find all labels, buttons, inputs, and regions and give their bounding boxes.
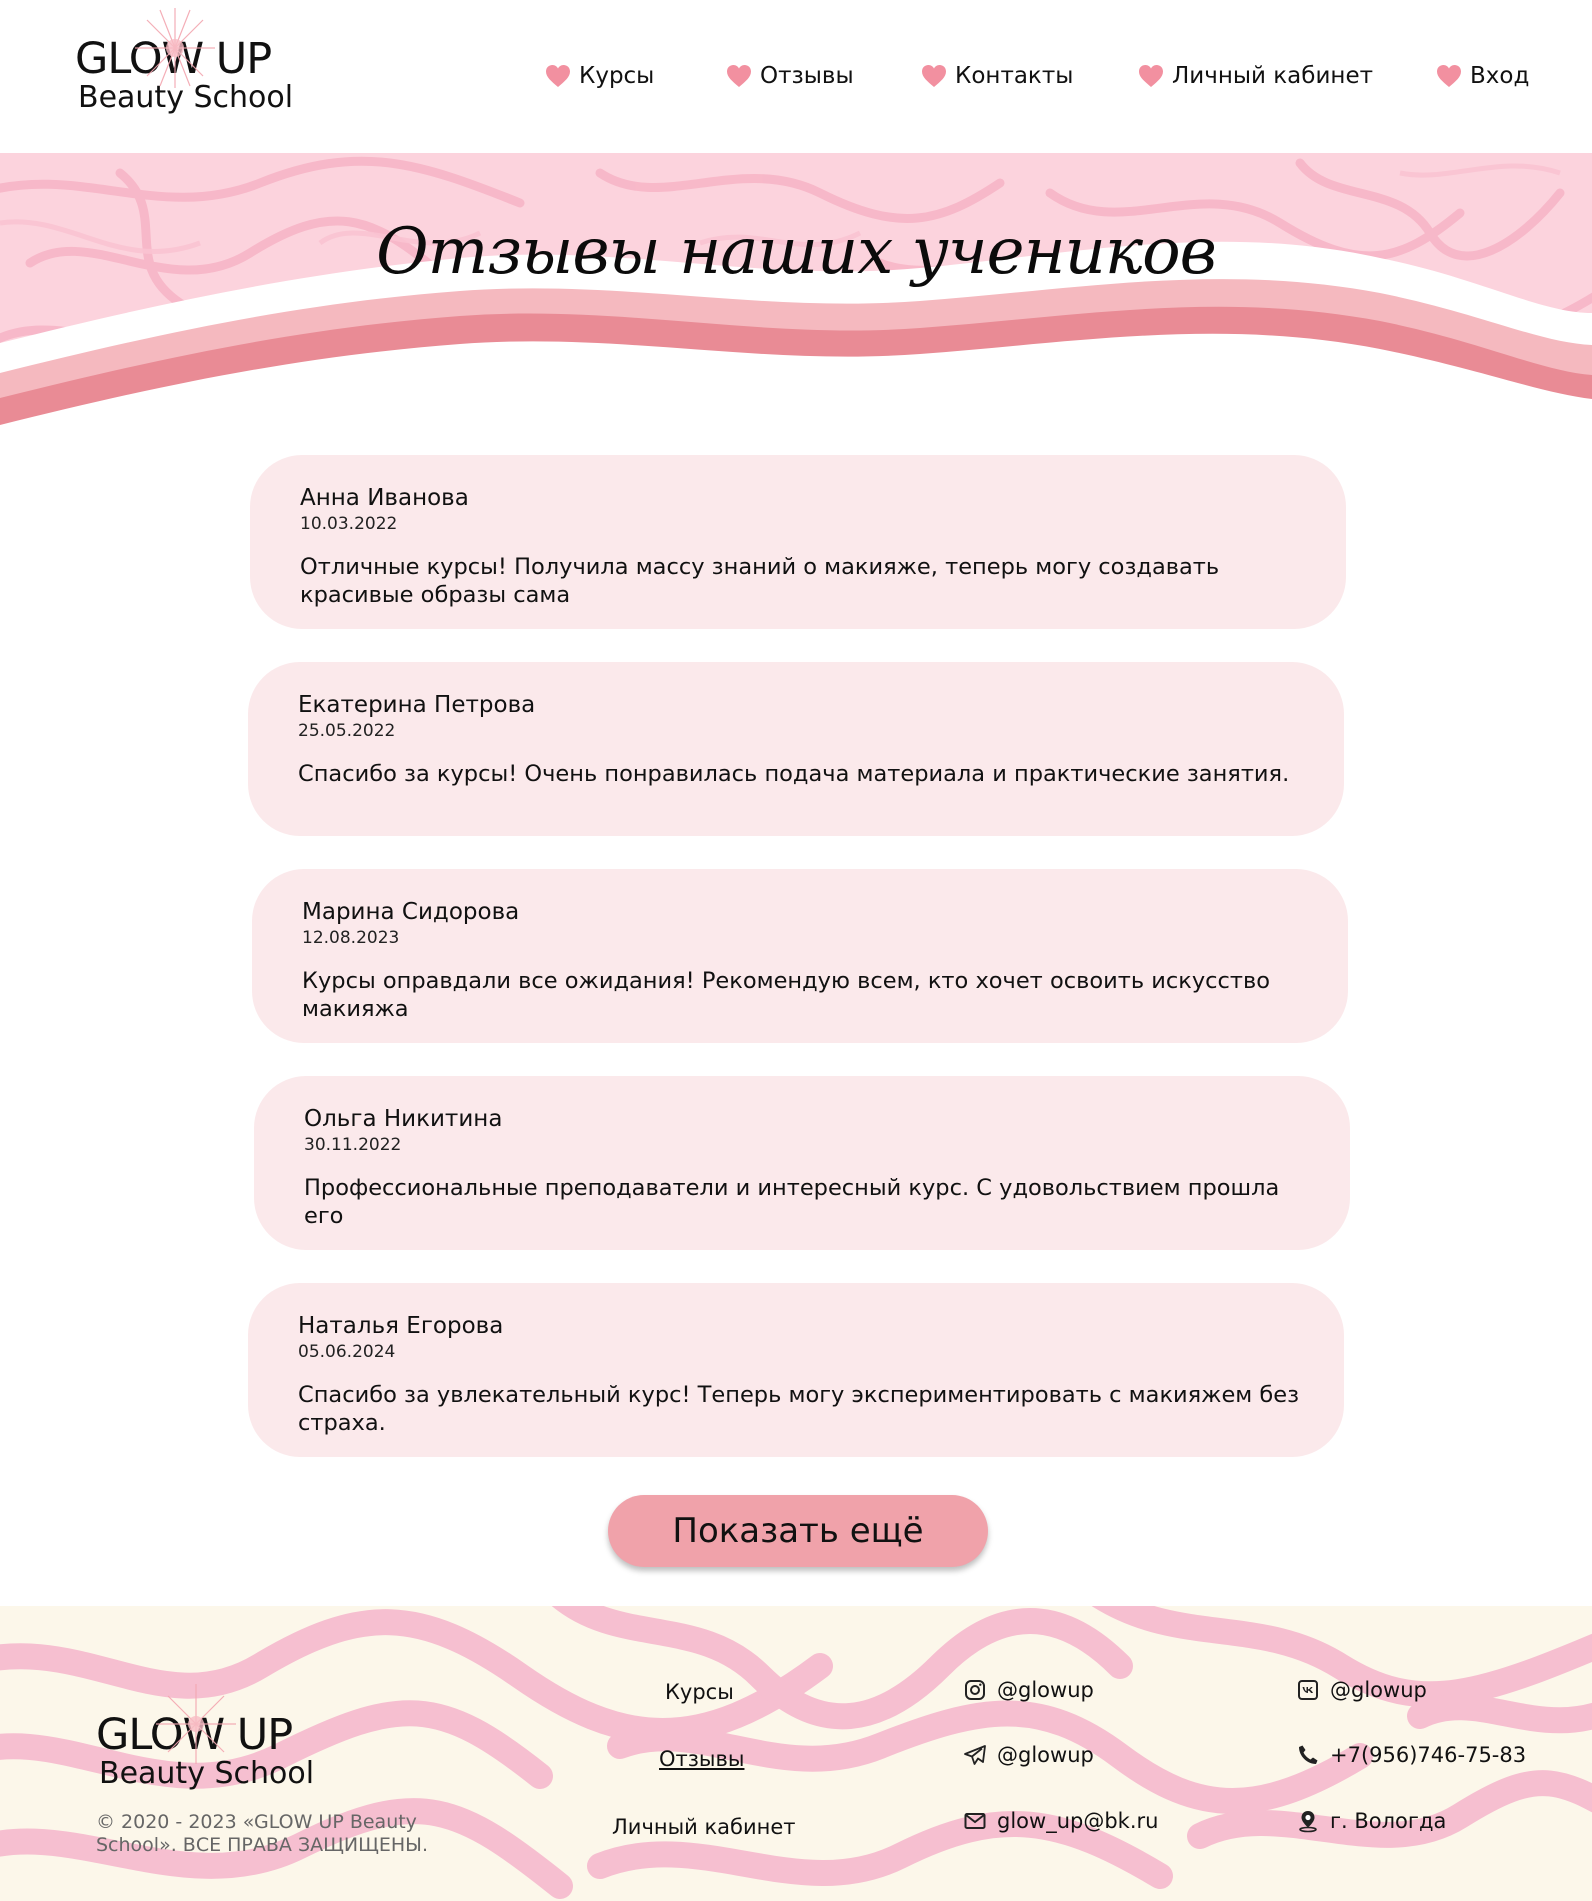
review-card: Наталья Егорова 05.06.2024 Спасибо за ув… (248, 1283, 1344, 1457)
hero-banner: Отзывы наших учеников (0, 153, 1592, 463)
telegram-icon (964, 1745, 986, 1765)
heart-icon (1139, 65, 1163, 87)
nav-item-reviews[interactable]: Отзывы (726, 63, 854, 89)
footer-phone[interactable]: +7(956)746-75-83 (1296, 1743, 1526, 1767)
nav-item-login[interactable]: Вход (1436, 63, 1529, 89)
page-title: Отзывы наших учеников (376, 215, 1217, 289)
telegram-handle: @glowup (997, 1743, 1094, 1767)
logo-subtitle: Beauty School (99, 1756, 315, 1791)
show-more-button[interactable]: Показать ещё (608, 1495, 988, 1567)
hero-wave-background (0, 153, 1592, 463)
review-date: 30.11.2022 (304, 1135, 402, 1155)
heart-icon (922, 65, 946, 87)
nav-label: Курсы (579, 63, 655, 89)
review-text: Спасибо за увлекательный курс! Теперь мо… (298, 1382, 1300, 1436)
main-nav: Курсы Отзывы Контакты Личный кабинет Вхо… (0, 63, 1592, 99)
review-text: Курсы оправдали все ожидания! Рекомендую… (302, 968, 1271, 1022)
footer-link-account[interactable]: Личный кабинет (612, 1815, 796, 1839)
review-author: Анна Иванова (300, 485, 469, 511)
review-card: Ольга Никитина 30.11.2022 Профессиональн… (254, 1076, 1350, 1250)
location-icon (1299, 1811, 1317, 1833)
vk-icon (1298, 1680, 1318, 1700)
nav-label: Личный кабинет (1172, 63, 1373, 89)
review-date: 05.06.2024 (298, 1342, 396, 1362)
footer-link-reviews[interactable]: Отзывы (659, 1747, 744, 1771)
review-author: Ольга Никитина (304, 1106, 503, 1132)
site-header: GLOW UP Beauty School Курсы Отзывы Конта… (0, 0, 1592, 153)
nav-item-courses[interactable]: Курсы (545, 63, 654, 89)
instagram-icon (965, 1680, 985, 1700)
review-date: 25.05.2022 (298, 721, 396, 741)
review-text: Профессиональные преподаватели и интерес… (304, 1175, 1280, 1229)
footer-link-courses[interactable]: Курсы (665, 1680, 734, 1704)
review-author: Наталья Егорова (298, 1313, 504, 1339)
heart-icon (727, 65, 751, 87)
footer-instagram[interactable]: @glowup (963, 1678, 1094, 1702)
heart-icon (546, 65, 570, 87)
nav-label: Контакты (955, 63, 1074, 89)
heart-icon (1437, 65, 1461, 87)
city-name: г. Вологда (1330, 1809, 1447, 1833)
footer-location[interactable]: г. Вологда (1296, 1809, 1446, 1833)
review-text: Спасибо за курсы! Очень понравилась пода… (298, 761, 1290, 787)
review-text: Отличные курсы! Получила массу знаний о … (300, 554, 1220, 608)
footer-brand-logo[interactable]: GLOW UP Beauty School (96, 1684, 356, 1791)
nav-label: Отзывы (760, 63, 854, 89)
site-footer: GLOW UP Beauty School © 2020 - 2023 «GLO… (0, 1606, 1592, 1901)
nav-item-contacts[interactable]: Контакты (921, 63, 1073, 89)
footer-email[interactable]: glow_up@bk.ru (963, 1809, 1158, 1833)
nav-item-account[interactable]: Личный кабинет (1138, 63, 1373, 89)
instagram-handle: @glowup (997, 1678, 1094, 1702)
review-card: Анна Иванова 10.03.2022 Отличные курсы! … (250, 455, 1346, 629)
nav-label: Вход (1470, 63, 1530, 89)
phone-number: +7(956)746-75-83 (1330, 1743, 1527, 1767)
phone-icon (1299, 1745, 1318, 1764)
review-author: Марина Сидорова (302, 899, 520, 925)
logo-title: GLOW UP (96, 1710, 293, 1760)
footer-telegram[interactable]: @glowup (963, 1743, 1094, 1767)
footer-vk[interactable]: @glowup (1296, 1678, 1427, 1702)
copyright-text: © 2020 - 2023 «GLOW UP Beauty School». В… (96, 1811, 428, 1856)
review-card: Марина Сидорова 12.08.2023 Курсы оправда… (252, 869, 1348, 1043)
mail-icon (964, 1813, 986, 1829)
review-author: Екатерина Петрова (298, 692, 536, 718)
review-date: 12.08.2023 (302, 928, 400, 948)
review-card: Екатерина Петрова 25.05.2022 Спасибо за … (248, 662, 1344, 836)
email-address: glow_up@bk.ru (997, 1809, 1159, 1833)
vk-handle: @glowup (1330, 1678, 1427, 1702)
review-date: 10.03.2022 (300, 514, 398, 534)
